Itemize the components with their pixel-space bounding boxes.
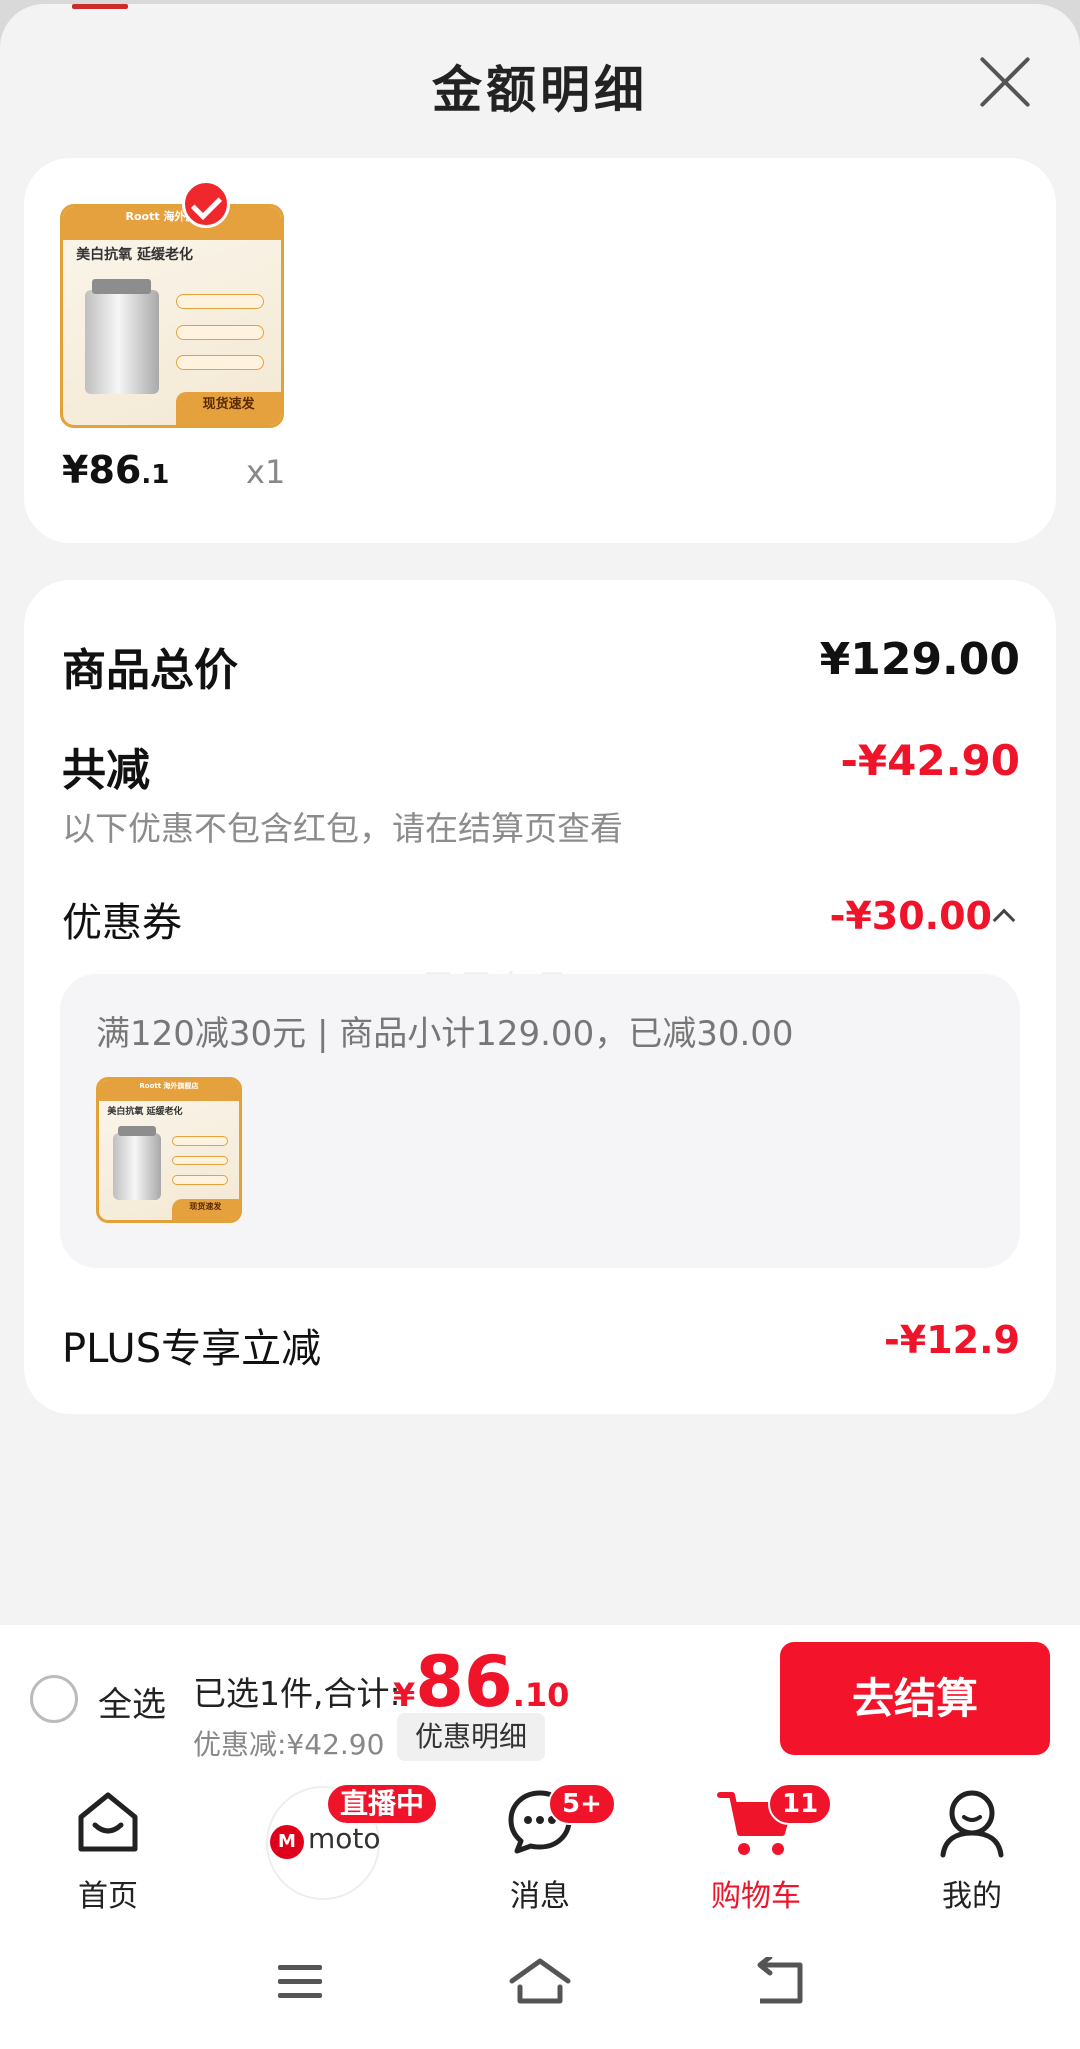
total-reduction-value: -¥42.90 (840, 736, 1020, 785)
live-brand-label: moto (308, 1822, 381, 1855)
product-ribbon: 现货速发 (171, 1199, 239, 1220)
price-detail-card: 商品总价 ¥129.00 共减 -¥42.90 以下优惠不包含红包，请在结算页查… (24, 580, 1056, 1414)
product-brand: Roott 海外旗舰店 (99, 1080, 239, 1101)
checkmark-icon[interactable] (182, 180, 230, 228)
tab-home[interactable]: 首页 (28, 1773, 188, 1923)
back-icon[interactable] (750, 1957, 810, 2011)
feature-pill (176, 294, 264, 310)
tab-mine-label: 我的 (942, 1879, 1002, 1914)
plus-discount-label: PLUS专享立减 (62, 1326, 322, 1372)
sheet-title: 金额明细 (432, 61, 648, 119)
bottle-graphic (113, 1126, 161, 1201)
total-amount: ¥86.10 (393, 1641, 569, 1723)
tab-home-label: 首页 (78, 1879, 138, 1914)
messages-badge: 5+ (548, 1783, 616, 1825)
feature-pill (171, 1175, 228, 1185)
feature-pill (176, 324, 264, 340)
top-indicator (72, 4, 128, 9)
cart-badge: 11 (768, 1783, 833, 1825)
total-integer: 86 (415, 1641, 513, 1723)
coupon-detail-box: 满120减30元 | 商品小计129.00，已减30.00 Roott 海外旗舰… (60, 974, 1020, 1268)
home-icon (78, 1792, 138, 1852)
product-headline: 美白抗氧 延缓老化 (107, 1106, 183, 1117)
item-card: Roott 海外旗舰店 美白抗氧 延缓老化 现货速发 ¥86.1 x1 (24, 158, 1056, 543)
checkout-bar: 全选 已选1件,合计: ¥86.10 优惠减:¥42.90 优惠明细 去结算 (0, 1625, 1080, 1773)
select-all-radio[interactable] (30, 1675, 78, 1723)
discount-info: 优惠减:¥42.90 (193, 1728, 385, 1761)
item-price-decimal: .1 (141, 460, 170, 490)
selected-count-text: 已选1件,合计: (193, 1674, 401, 1713)
total-decimal: .10 (512, 1676, 570, 1714)
item-price: ¥86.1 (62, 448, 169, 492)
coupon-label: 优惠券 (62, 900, 182, 946)
plus-discount-value: -¥12.9 (884, 1318, 1020, 1362)
reduction-note: 以下优惠不包含红包，请在结算页查看 (62, 809, 623, 848)
tab-messages-label: 消息 (510, 1879, 570, 1914)
select-all-label[interactable]: 全选 (98, 1677, 166, 1726)
item-quantity: x1 (246, 453, 286, 491)
user-profile-icon (940, 1790, 1004, 1858)
product-headline: 美白抗氧 延缓老化 (76, 247, 193, 264)
product-ribbon: 现货速发 (176, 392, 281, 425)
moto-logo-icon: M (270, 1825, 304, 1859)
close-icon[interactable] (975, 52, 1035, 112)
system-nav-bar (0, 1923, 1080, 2049)
item-price-integer: ¥86 (62, 448, 142, 492)
total-price-label: 商品总价 (62, 645, 238, 696)
chevron-up-icon[interactable] (992, 908, 1016, 932)
feature-pill (176, 355, 264, 371)
feature-pill (171, 1136, 228, 1146)
home-nav-icon[interactable] (506, 1957, 574, 2011)
live-badge: 直播中 (326, 1783, 439, 1825)
currency-symbol: ¥ (393, 1676, 416, 1714)
product-image[interactable]: Roott 海外旗舰店 美白抗氧 延缓老化 现货速发 (60, 204, 284, 428)
total-price-value: ¥129.00 (819, 634, 1020, 685)
checkout-button[interactable]: 去结算 (780, 1642, 1050, 1755)
coupon-description: 满120减30元 | 商品小计129.00，已减30.00 (96, 1014, 794, 1054)
bottom-tab-bar: 首页 M moto 直播中 消息 5+ 购物车 11 我的 (0, 1773, 1080, 1923)
discount-detail-button[interactable]: 优惠明细 (397, 1713, 546, 1761)
total-reduction-label: 共减 (62, 745, 150, 796)
tab-cart-label: 购物车 (711, 1879, 801, 1914)
amount-detail-sheet: 金额明细 Roott 海外旗舰店 美白抗氧 延缓老化 现货速发 ¥86.1 x1… (0, 4, 1080, 1777)
coupon-product-image: Roott 海外旗舰店 美白抗氧 延缓老化 现货速发 (96, 1077, 242, 1223)
tab-mine[interactable]: 我的 (892, 1773, 1052, 1923)
product-brand: Roott 海外旗舰店 (63, 207, 281, 240)
menu-icon[interactable] (270, 1957, 330, 2007)
feature-pill (171, 1155, 228, 1166)
coupon-value[interactable]: -¥30.00 (830, 894, 992, 938)
bottle-graphic (84, 279, 159, 395)
